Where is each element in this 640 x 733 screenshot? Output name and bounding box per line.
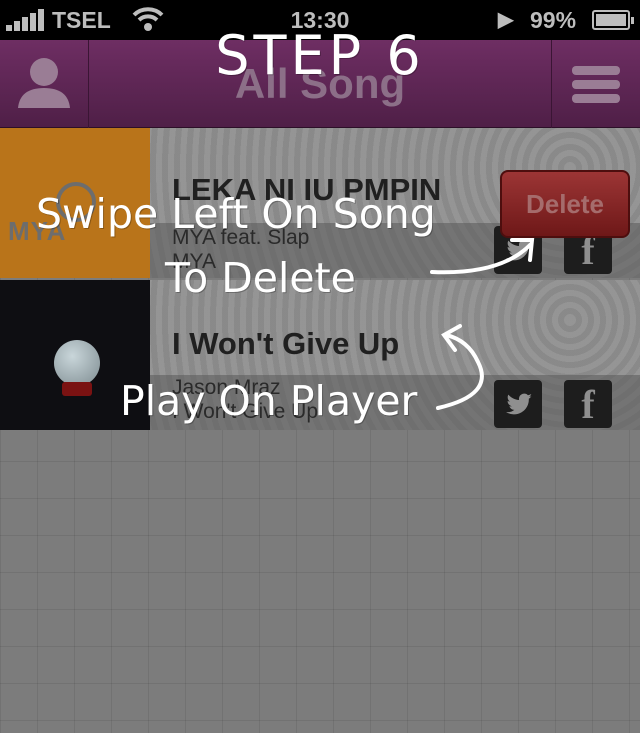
tutorial-swipe-hint: Swipe Left On Song — [36, 190, 436, 238]
delete-button[interactable]: Delete — [500, 170, 630, 238]
facebook-icon: f — [581, 382, 595, 427]
twitter-share-button[interactable] — [494, 380, 542, 428]
tutorial-step-title: STEP 6 — [215, 24, 425, 87]
song-title: I Won't Give Up — [172, 326, 400, 361]
facebook-share-button[interactable]: f — [564, 380, 612, 428]
tutorial-swipe-hint-line2: To Delete — [165, 254, 356, 302]
twitter-icon — [506, 393, 532, 415]
tutorial-play-hint: Play On Player — [120, 377, 418, 425]
snow-globe-icon — [54, 340, 100, 386]
